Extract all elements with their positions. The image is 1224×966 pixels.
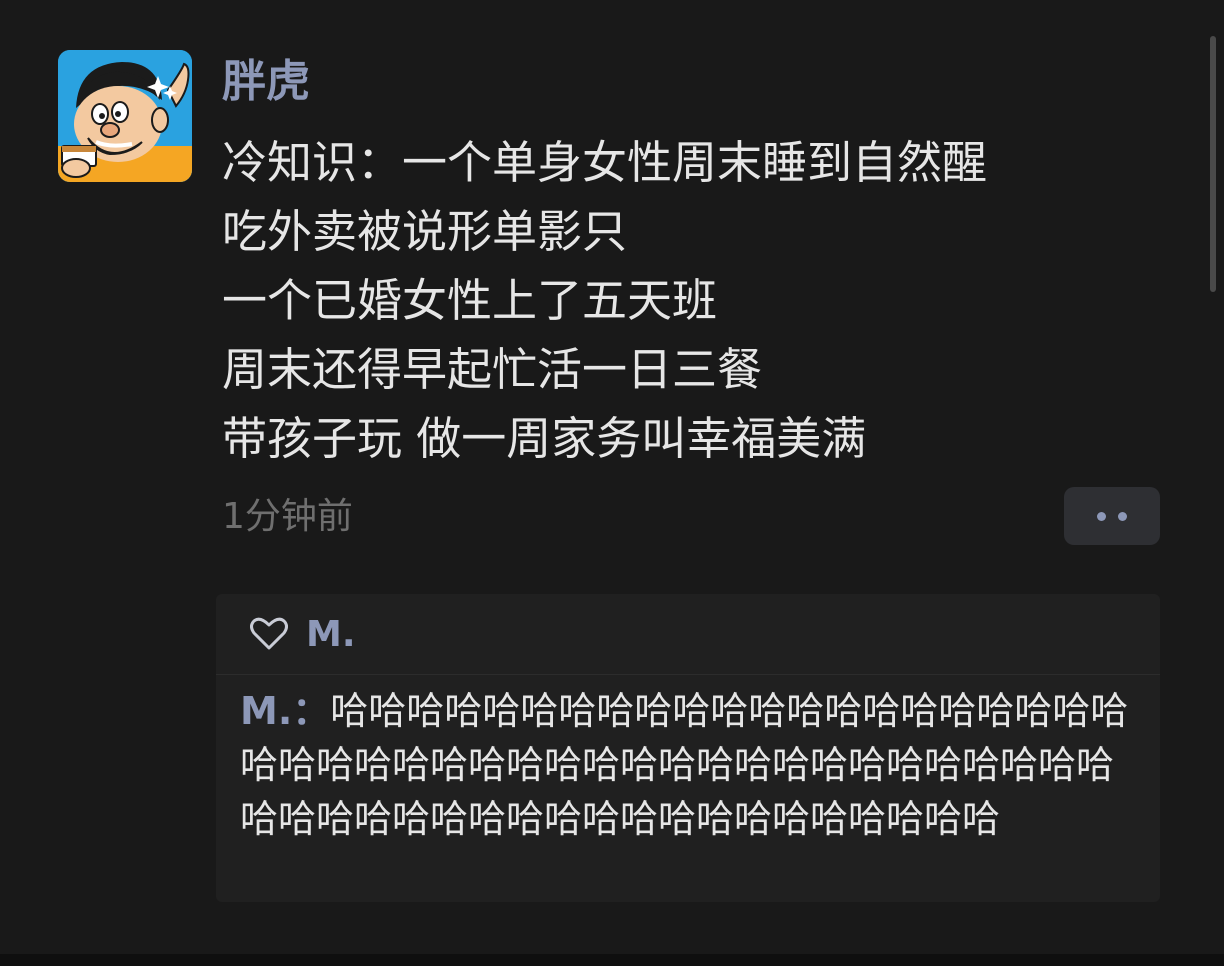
more-dots-icon	[1118, 511, 1127, 521]
post-timestamp: 1分钟前	[222, 496, 353, 537]
post-text-line: 吃外卖被说形单影只	[222, 205, 628, 258]
more-dots-icon	[1097, 511, 1106, 521]
heart-outline-icon	[250, 617, 288, 650]
divider	[216, 674, 1160, 675]
post-text-line: 一个已婚女性上了五天班	[222, 274, 718, 327]
post-author-name[interactable]: 胖虎	[222, 54, 310, 110]
bottom-edge	[0, 954, 1224, 966]
avatar[interactable]	[58, 50, 192, 182]
post-text-line: 周末还得早起忙活一日三餐	[222, 343, 763, 396]
comment-text: 哈哈哈哈哈哈哈哈哈哈哈哈哈哈哈哈哈哈哈哈哈哈哈哈哈哈哈哈哈哈哈哈哈哈哈哈哈哈哈哈…	[240, 689, 1129, 841]
comment-separator: ：	[292, 689, 331, 733]
comment-author[interactable]: M.	[240, 689, 292, 733]
post-text-line: 冷知识：一个单身女性周末睡到自然醒	[222, 136, 988, 189]
post-text: 冷知识：一个单身女性周末睡到自然醒 吃外卖被说形单影只 一个已婚女性上了五天班 …	[222, 128, 1142, 473]
more-actions-button[interactable]	[1064, 487, 1160, 545]
cartoon-avatar-icon	[58, 50, 192, 182]
liker-name[interactable]: M.	[306, 614, 356, 655]
likes-comments-panel: M. M.：哈哈哈哈哈哈哈哈哈哈哈哈哈哈哈哈哈哈哈哈哈哈哈哈哈哈哈哈哈哈哈哈哈哈…	[216, 594, 1160, 902]
comment-item[interactable]: M.：哈哈哈哈哈哈哈哈哈哈哈哈哈哈哈哈哈哈哈哈哈哈哈哈哈哈哈哈哈哈哈哈哈哈哈哈哈…	[240, 684, 1146, 846]
scrollbar[interactable]	[1210, 36, 1216, 292]
likes-row: M.	[250, 610, 356, 658]
post-text-line: 带孩子玩 做一周家务叫幸福美满	[222, 412, 867, 465]
moments-post-screen: 胖虎 冷知识：一个单身女性周末睡到自然醒 吃外卖被说形单影只 一个已婚女性上了五…	[0, 0, 1224, 966]
